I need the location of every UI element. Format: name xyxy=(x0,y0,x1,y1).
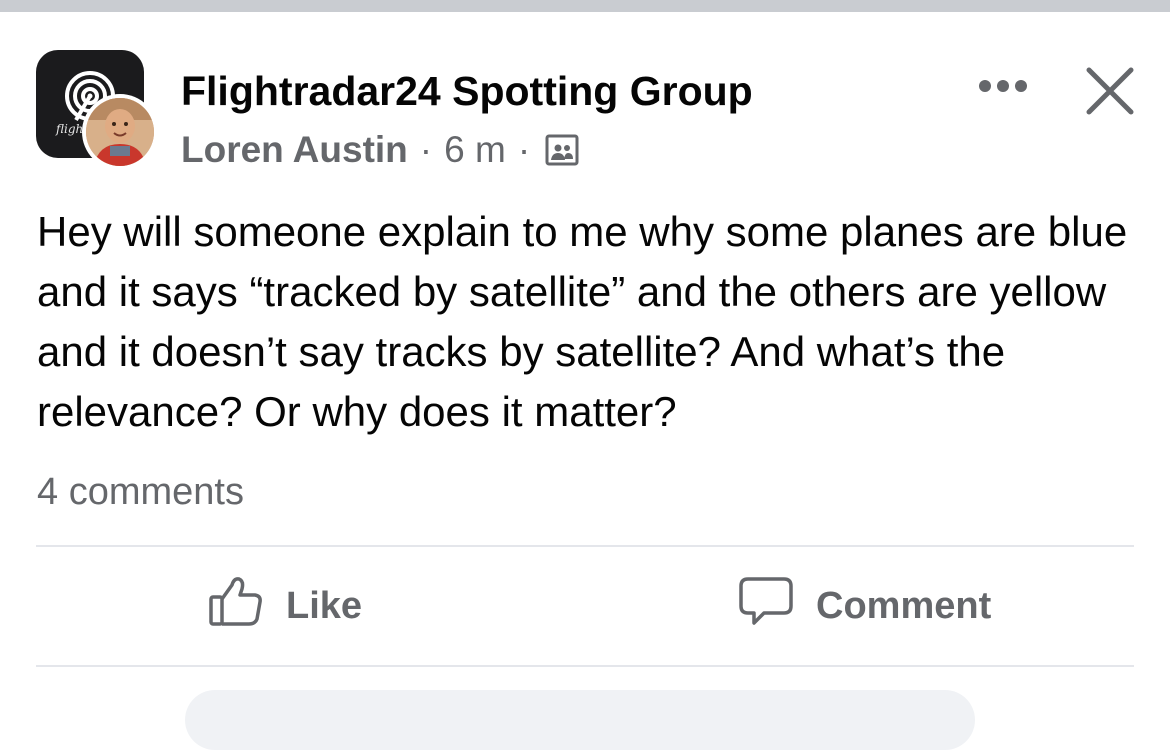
more-options-icon xyxy=(979,80,1027,92)
divider xyxy=(36,545,1134,547)
more-options-button[interactable] xyxy=(976,74,1030,98)
meta-separator: · xyxy=(419,129,433,170)
comment-input[interactable] xyxy=(185,690,975,750)
group-members-icon xyxy=(544,132,580,168)
like-button[interactable]: Like xyxy=(208,575,363,637)
comment-label: Comment xyxy=(816,584,992,627)
close-icon xyxy=(1086,67,1134,115)
author-photo xyxy=(86,98,154,166)
author-name[interactable]: Loren Austin xyxy=(181,129,408,171)
comments-count[interactable]: 4 comments xyxy=(37,471,244,514)
post-card: fligh Flightradar24 Spotting Group Loren… xyxy=(0,12,1170,750)
author-avatar[interactable] xyxy=(82,94,158,170)
group-name[interactable]: Flightradar24 Spotting Group xyxy=(181,68,753,115)
close-button[interactable] xyxy=(1083,64,1137,118)
post-meta: Loren Austin · 6 m · xyxy=(181,129,580,171)
meta-separator: · xyxy=(517,129,531,170)
post-time[interactable]: 6 m xyxy=(444,129,506,171)
group-logo-text: fligh xyxy=(56,122,84,136)
comment-button[interactable]: Comment xyxy=(738,575,992,637)
like-label: Like xyxy=(286,584,363,627)
top-strip xyxy=(0,0,1170,12)
comment-bubble-icon xyxy=(738,575,794,637)
divider xyxy=(36,665,1134,667)
thumbs-up-icon xyxy=(208,575,264,637)
post-body-text: Hey will someone explain to me why some … xyxy=(37,208,1128,435)
